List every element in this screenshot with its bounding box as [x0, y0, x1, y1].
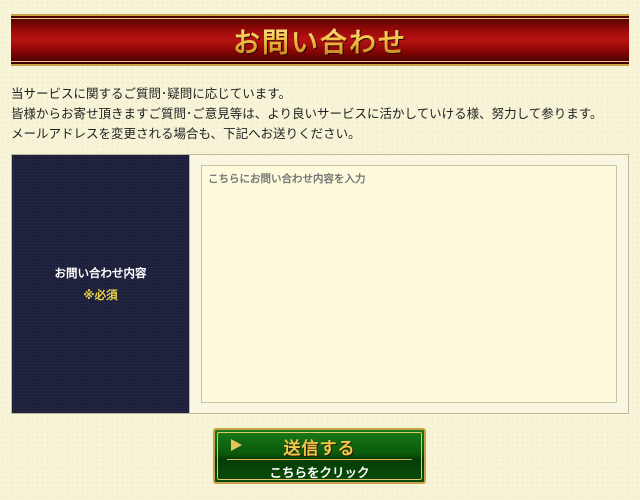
intro-line: 当サービスに関するご質問･疑問に応じています。: [11, 86, 292, 101]
field-label-cell: お問い合わせ内容 ※必須: [12, 155, 190, 413]
page-title-banner: お問い合わせ: [11, 14, 629, 66]
intro-line: 皆様からお寄せ頂きますご質問･ご意見等は、より良いサービスに活かしていける様、努…: [11, 106, 603, 121]
message-textarea[interactable]: [201, 165, 617, 403]
page-title: お問い合わせ: [233, 21, 407, 60]
submit-button[interactable]: 送信する こちらをクリック: [213, 428, 426, 484]
field-input-cell: [190, 155, 628, 413]
field-label: お問い合わせ内容: [54, 266, 147, 280]
submit-button-sublabel: こちらをクリック: [269, 466, 370, 480]
required-badge: ※必須: [83, 288, 118, 302]
intro-text: 当サービスに関するご質問･疑問に応じています。 皆様からお寄せ頂きますご質問･ご…: [11, 84, 631, 144]
inquiry-form: お問い合わせ内容 ※必須: [11, 154, 629, 414]
submit-button-label: 送信する: [283, 439, 356, 458]
button-divider: [227, 459, 412, 460]
intro-line: メールアドレスを変更される場合も、下記へお送りください。: [11, 126, 361, 141]
